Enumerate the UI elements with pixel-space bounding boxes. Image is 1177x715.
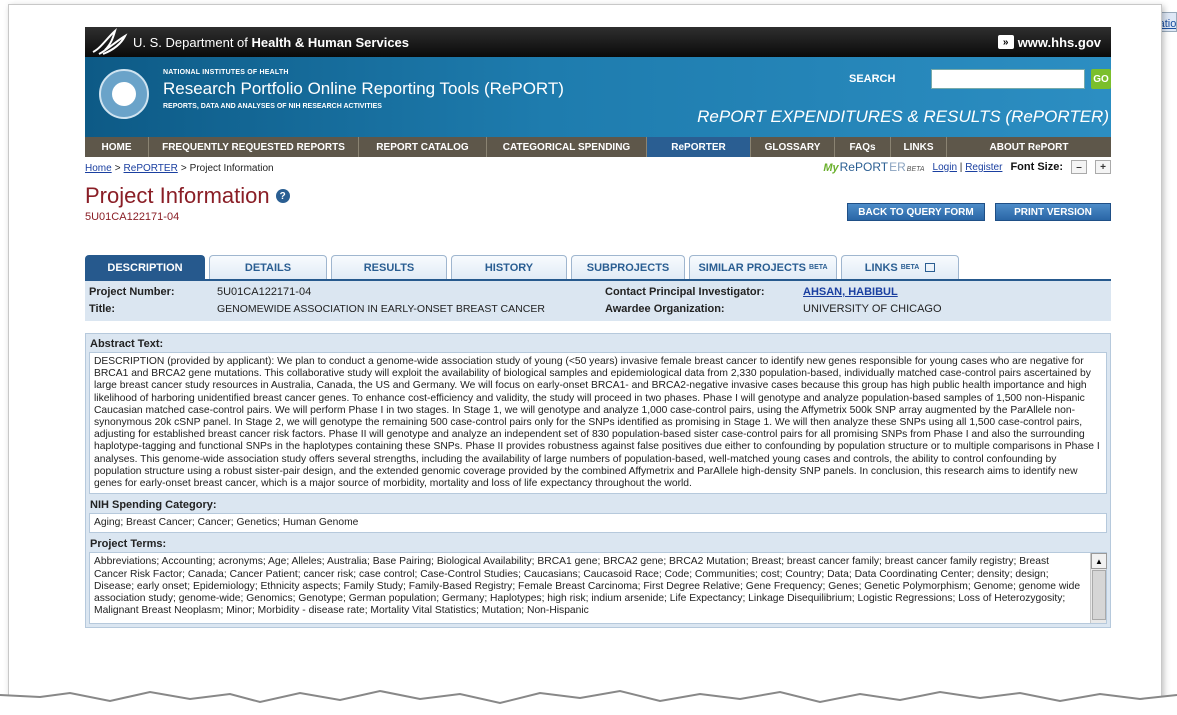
user-tools: My RePORT ER BETA Login | Register Font Siz… [823, 160, 1111, 174]
tab-subprojects[interactable]: SUBPROJECTS [571, 255, 685, 279]
tab-similar-projects[interactable]: SIMILAR PROJECTS BETA [689, 255, 837, 279]
tab-details[interactable]: DETAILS [209, 255, 327, 279]
tab-beta-badge: BETA [809, 264, 828, 271]
hhs-site-label: www.hhs.gov [1017, 34, 1101, 50]
spending-header: NIH Spending Category: [90, 499, 217, 512]
title-label: Title: [89, 303, 116, 315]
page-title: Project Information ? [85, 183, 290, 209]
search-label: SEARCH [849, 73, 896, 85]
spending-text: Aging; Breast Cancer; Cancer; Genetics; … [89, 513, 1107, 534]
nav-glossary[interactable]: GLOSSARY [751, 137, 835, 157]
page-title-text: Project Information [85, 183, 270, 208]
search-go-button[interactable]: GO [1091, 69, 1111, 89]
double-chevron-icon: » [997, 35, 1014, 49]
breadcrumb: Home > RePORTER > Project Information My… [85, 157, 1111, 179]
tab-history[interactable]: HISTORY [451, 255, 567, 279]
nih-seal-icon [99, 69, 149, 119]
my-reporter-part1: RePORT [839, 160, 889, 174]
terms-text: Abbreviations; Accounting; acronyms; Age… [89, 552, 1107, 625]
title-row: Project Information ? 5U01CA122171-04 BA… [85, 179, 1111, 235]
torn-edge [0, 689, 1177, 715]
report-title[interactable]: Research Portfolio Online Reporting Tool… [163, 79, 564, 99]
dept-bold: Health & Human Services [251, 34, 410, 50]
breadcrumb-current: Project Information [189, 162, 274, 174]
tab-label: DETAILS [244, 261, 292, 274]
search-input[interactable] [931, 69, 1085, 89]
login-separator: | [959, 161, 963, 173]
nih-label: NATIONAL INSTITUTES OF HEALTH [163, 69, 289, 76]
hhs-site-link[interactable]: » www.hhs.gov [997, 34, 1101, 50]
page-project-number: 5U01CA122171-04 [85, 211, 180, 223]
my-reporter-part2: ER [889, 160, 906, 174]
tab-label: SIMILAR PROJECTS [698, 261, 807, 274]
nav-home[interactable]: HOME [85, 137, 149, 157]
back-to-query-form-button[interactable]: BACK TO QUERY FORM [847, 203, 985, 221]
scroll-thumb[interactable] [1092, 570, 1106, 621]
tab-beta-badge: BETA [900, 264, 920, 271]
abstract-text: DESCRIPTION (provided by applicant): We … [89, 352, 1107, 495]
tab-bar: DESCRIPTION DETAILS RESULTS HISTORY SUBP… [85, 255, 1111, 279]
tab-label: HISTORY [484, 261, 534, 274]
abstract-section: Abstract Text: DESCRIPTION (provided by … [85, 333, 1111, 629]
nav-report-catalog[interactable]: REPORT CATALOG [359, 137, 487, 157]
tab-label: DESCRIPTION [107, 261, 183, 274]
project-summary: Project Number: 5U01CA122171-04 Title: G… [85, 279, 1111, 321]
org-label: Awardee Organization: [605, 303, 725, 315]
org-value: UNIVERSITY OF CHICAGO [803, 303, 942, 315]
hhs-bar: U. S. Department of Health & Human Servi… [85, 27, 1111, 57]
hhs-eagle-icon [91, 28, 129, 56]
tab-label: RESULTS [363, 261, 415, 274]
nav-links[interactable]: LINKS [891, 137, 947, 157]
terms-scrollbar[interactable]: ▲ [1090, 553, 1107, 624]
page-frame: U. S. Department of Health & Human Servi… [8, 4, 1162, 715]
breadcrumb-reporter[interactable]: RePORTER [124, 163, 178, 174]
register-link[interactable]: Register [965, 162, 1002, 173]
scroll-up-icon[interactable]: ▲ [1091, 553, 1107, 570]
nav-faqs[interactable]: FAQs [835, 137, 891, 157]
tab-label: SUBPROJECTS [586, 261, 670, 274]
abstract-header: Abstract Text: [90, 338, 164, 350]
terms-box: Abbreviations; Accounting; acronyms; Age… [89, 552, 1107, 625]
pi-label: Contact Principal Investigator: [605, 286, 765, 298]
main-nav: HOME FREQUENTLY REQUESTED REPORTS REPORT… [85, 137, 1111, 157]
font-size-label: Font Size: [1010, 161, 1063, 173]
external-link-icon [925, 263, 936, 272]
project-number-value: 5U01CA122171-04 [217, 286, 312, 298]
dept-prefix: U. S. Department of [133, 34, 252, 50]
reporter-title: RePORT EXPENDITURES & RESULTS (RePORTER) [697, 107, 1109, 126]
tab-description[interactable]: DESCRIPTION [85, 255, 205, 279]
my-reporter-logo[interactable]: My RePORT ER BETA [823, 160, 924, 174]
tab-label: LINKS [864, 261, 898, 274]
my-reporter-beta: BETA [906, 166, 925, 173]
nav-about-report[interactable]: ABOUT RePORT [947, 137, 1111, 157]
print-version-button[interactable]: PRINT VERSION [995, 203, 1111, 221]
report-banner: NATIONAL INSTITUTES OF HEALTH Research P… [85, 57, 1111, 137]
font-size-increase-button[interactable]: + [1095, 160, 1111, 174]
nav-reporter[interactable]: RePORTER [647, 137, 751, 157]
page-content: U. S. Department of Health & Human Servi… [85, 27, 1111, 629]
hhs-department-name[interactable]: U. S. Department of Health & Human Servi… [133, 35, 998, 50]
login-link[interactable]: Login [933, 162, 957, 173]
tab-links[interactable]: LINKS BETA [841, 255, 959, 279]
my-label: My [823, 162, 839, 174]
project-number-label: Project Number: [89, 286, 175, 298]
nav-categorical-spending[interactable]: CATEGORICAL SPENDING [487, 137, 647, 157]
tab-results[interactable]: RESULTS [331, 255, 447, 279]
breadcrumb-separator: > [114, 162, 121, 174]
font-size-decrease-button[interactable]: – [1071, 160, 1087, 174]
nav-frequently-requested-reports[interactable]: FREQUENTLY REQUESTED REPORTS [149, 137, 359, 157]
pi-link[interactable]: AHSAN, HABIBUL [803, 286, 898, 298]
help-icon[interactable]: ? [275, 189, 290, 203]
title-value: GENOMEWIDE ASSOCIATION IN EARLY-ONSET BR… [217, 303, 545, 315]
breadcrumb-home[interactable]: Home [85, 163, 112, 174]
terms-header: Project Terms: [90, 538, 167, 551]
report-subline: REPORTS, DATA AND ANALYSES OF NIH RESEAR… [163, 103, 382, 110]
breadcrumb-separator: > [180, 162, 187, 174]
